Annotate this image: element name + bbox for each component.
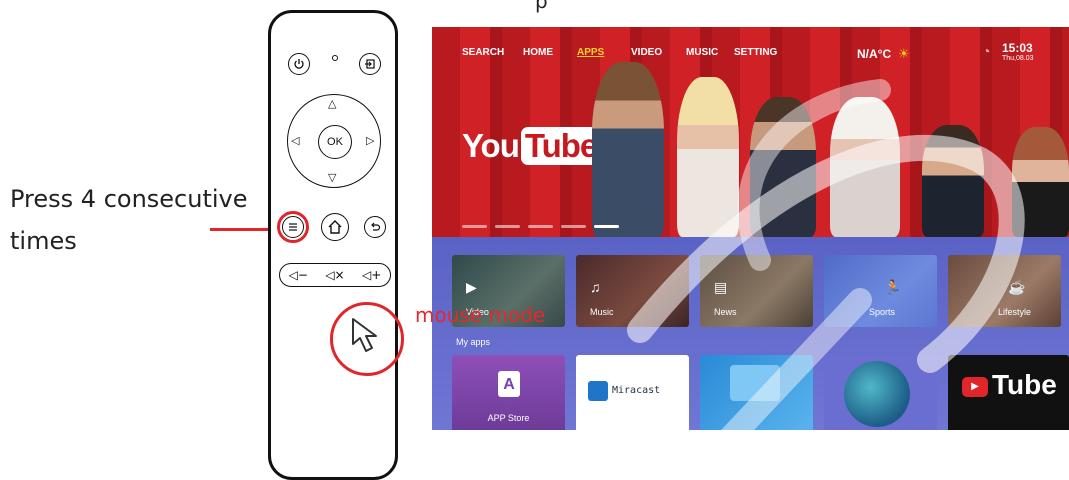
category-tile-news[interactable]: ▤ News xyxy=(700,255,813,327)
back-icon xyxy=(371,222,381,231)
nav-setting[interactable]: SETTING xyxy=(734,47,777,58)
miracast-label: Miracast xyxy=(612,385,661,396)
right-arrow-button[interactable]: ▷ xyxy=(366,135,374,147)
home-icon xyxy=(328,220,342,234)
youtube-you-text: You xyxy=(462,127,520,164)
volume-down-button[interactable]: ◁− xyxy=(289,268,308,282)
my-apps-heading: My apps xyxy=(456,337,491,347)
menu-icon xyxy=(289,223,297,231)
nav-search[interactable]: SEARCH xyxy=(462,47,504,58)
miracast-tile[interactable]: Miracast xyxy=(576,355,689,430)
mouse-mode-label: mouse mode xyxy=(415,303,546,327)
banner-person-1 xyxy=(592,62,664,237)
carousel-dot-5[interactable] xyxy=(594,225,619,228)
youtube-tube-text: Tube xyxy=(520,127,602,165)
volume-bar: ◁− ◁× ◁+ xyxy=(279,263,391,287)
up-arrow-button[interactable]: △ xyxy=(328,98,336,110)
nav-apps[interactable]: APPS xyxy=(577,47,604,58)
carousel-dot-2[interactable] xyxy=(495,225,520,228)
youtube-play-icon: ▶ xyxy=(962,377,988,397)
down-arrow-button[interactable]: ▽ xyxy=(328,172,336,184)
power-icon xyxy=(294,59,304,69)
app-store-tile[interactable]: A APP Store xyxy=(452,355,565,430)
instruction-text: Press 4 consecutive times xyxy=(10,178,248,262)
category-label-music: Music xyxy=(590,307,614,317)
tv-screen: SEARCH HOME APPS VIDEO MUSIC SETTING N/A… xyxy=(432,27,1069,430)
instruction-line-2: times xyxy=(10,227,77,255)
nav-music[interactable]: MUSIC xyxy=(686,47,718,58)
nav-home[interactable]: HOME xyxy=(523,47,553,58)
youtube-banner-logo: You Tube xyxy=(462,127,602,165)
remote-control: △ ▽ ◁ ▷ OK ◁− ◁× ◁+ xyxy=(268,10,398,480)
music-note-icon: ♫ xyxy=(590,279,601,295)
top-caption: p xyxy=(535,0,548,13)
mute-button[interactable]: ◁× xyxy=(325,268,344,282)
category-tile-music[interactable]: ♫ Music xyxy=(576,255,689,327)
volume-up-button[interactable]: ◁+ xyxy=(362,268,381,282)
top-navigation: SEARCH HOME APPS VIDEO MUSIC SETTING xyxy=(432,47,1069,67)
carousel-dot-1[interactable] xyxy=(462,225,487,228)
cup-icon: ☕ xyxy=(1008,279,1026,295)
sun-icon: ☀ xyxy=(898,46,910,61)
indicator-led xyxy=(332,55,338,61)
banner-person-3 xyxy=(750,97,816,237)
category-label-sports: Sports xyxy=(869,307,896,317)
home-button[interactable] xyxy=(321,213,349,241)
ok-button[interactable]: OK xyxy=(318,125,352,159)
app-store-icon: A xyxy=(498,371,520,397)
nav-video[interactable]: VIDEO xyxy=(631,47,662,58)
category-label-lifestyle: Lifestyle xyxy=(998,307,1032,317)
banner-person-6 xyxy=(1012,127,1069,237)
input-source-button[interactable] xyxy=(359,53,381,75)
banner-person-5 xyxy=(922,125,984,237)
hero-banner: SEARCH HOME APPS VIDEO MUSIC SETTING N/A… xyxy=(432,27,1069,237)
mouse-cursor-icon xyxy=(352,318,377,352)
runner-icon: 🏃 xyxy=(884,279,902,295)
globe-icon xyxy=(844,361,910,427)
back-button[interactable] xyxy=(364,216,386,238)
youtube-app-label: Tube xyxy=(992,369,1057,400)
category-tile-sports[interactable]: 🏃 Sports xyxy=(824,255,937,327)
banner-person-4 xyxy=(830,97,900,237)
apps-panel: ▶ Video ♫ Music ▤ News 🏃 Sports ☕ Lifest… xyxy=(432,237,1069,430)
wifi-icon: ◔ xyxy=(982,43,991,59)
clock-date: Thu,08.03 xyxy=(1002,55,1034,62)
news-icon: ▤ xyxy=(714,279,728,295)
youtube-app-tile[interactable]: ▶ Tube xyxy=(948,355,1069,430)
direction-pad: △ ▽ ◁ ▷ OK xyxy=(287,94,381,188)
play-icon: ▶ xyxy=(466,279,477,295)
browser-tile[interactable] xyxy=(824,355,937,430)
power-button[interactable] xyxy=(288,53,310,75)
instruction-line-1: Press 4 consecutive xyxy=(10,185,248,213)
carousel-dot-4[interactable] xyxy=(561,225,586,228)
app-store-label: APP Store xyxy=(487,413,530,423)
menu-button[interactable] xyxy=(282,216,304,238)
file-manager-tile[interactable] xyxy=(700,355,813,430)
miracast-icon xyxy=(588,381,608,401)
carousel-dot-3[interactable] xyxy=(528,225,553,228)
category-label-news: News xyxy=(714,307,737,317)
left-arrow-button[interactable]: ◁ xyxy=(291,135,299,147)
category-tile-lifestyle[interactable]: ☕ Lifestyle xyxy=(948,255,1061,327)
temperature: N/A°C xyxy=(857,47,892,61)
banner-person-2 xyxy=(677,77,739,237)
clock-time: 15:03 xyxy=(1002,41,1033,55)
input-source-icon xyxy=(365,59,375,69)
folder-icon xyxy=(730,365,780,401)
